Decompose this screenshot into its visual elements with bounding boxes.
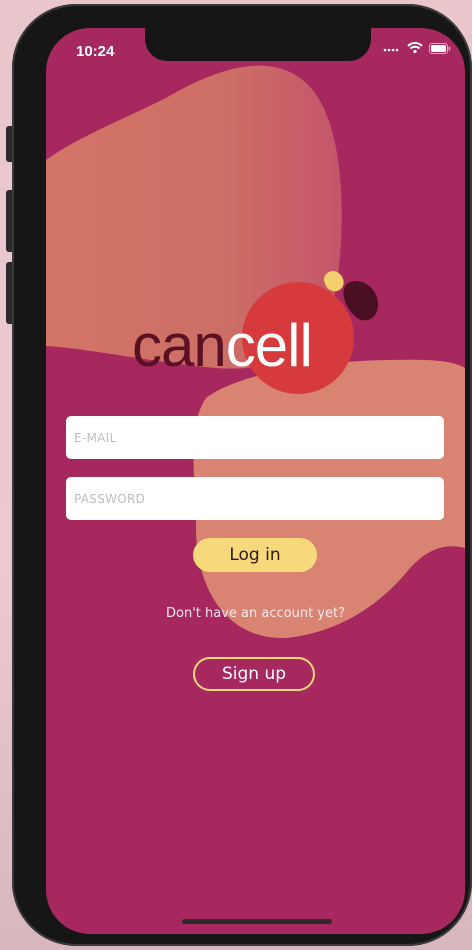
phone-frame: 10:24 cancell E-MAIL Log in Don't have a… [12,4,472,946]
notch [145,28,371,61]
password-field[interactable] [66,477,444,520]
wifi-icon [407,42,423,54]
login-button[interactable]: Log in [193,538,317,572]
status-time: 10:24 [76,43,115,60]
logo-text-can: can [132,312,227,379]
app-logo: cancell [132,271,392,401]
signal-icon [383,48,399,52]
battery-icon [429,42,451,54]
no-account-text: Don't have an account yet? [166,606,345,621]
email-field[interactable] [66,416,444,459]
logo-text-cell: cell [225,312,313,379]
home-indicator[interactable] [182,919,332,924]
app-screen: 10:24 cancell E-MAIL Log in Don't have a… [46,28,465,934]
logo-text: cancell [132,316,313,376]
signup-button[interactable]: Sign up [193,657,315,691]
status-icons [383,42,451,54]
